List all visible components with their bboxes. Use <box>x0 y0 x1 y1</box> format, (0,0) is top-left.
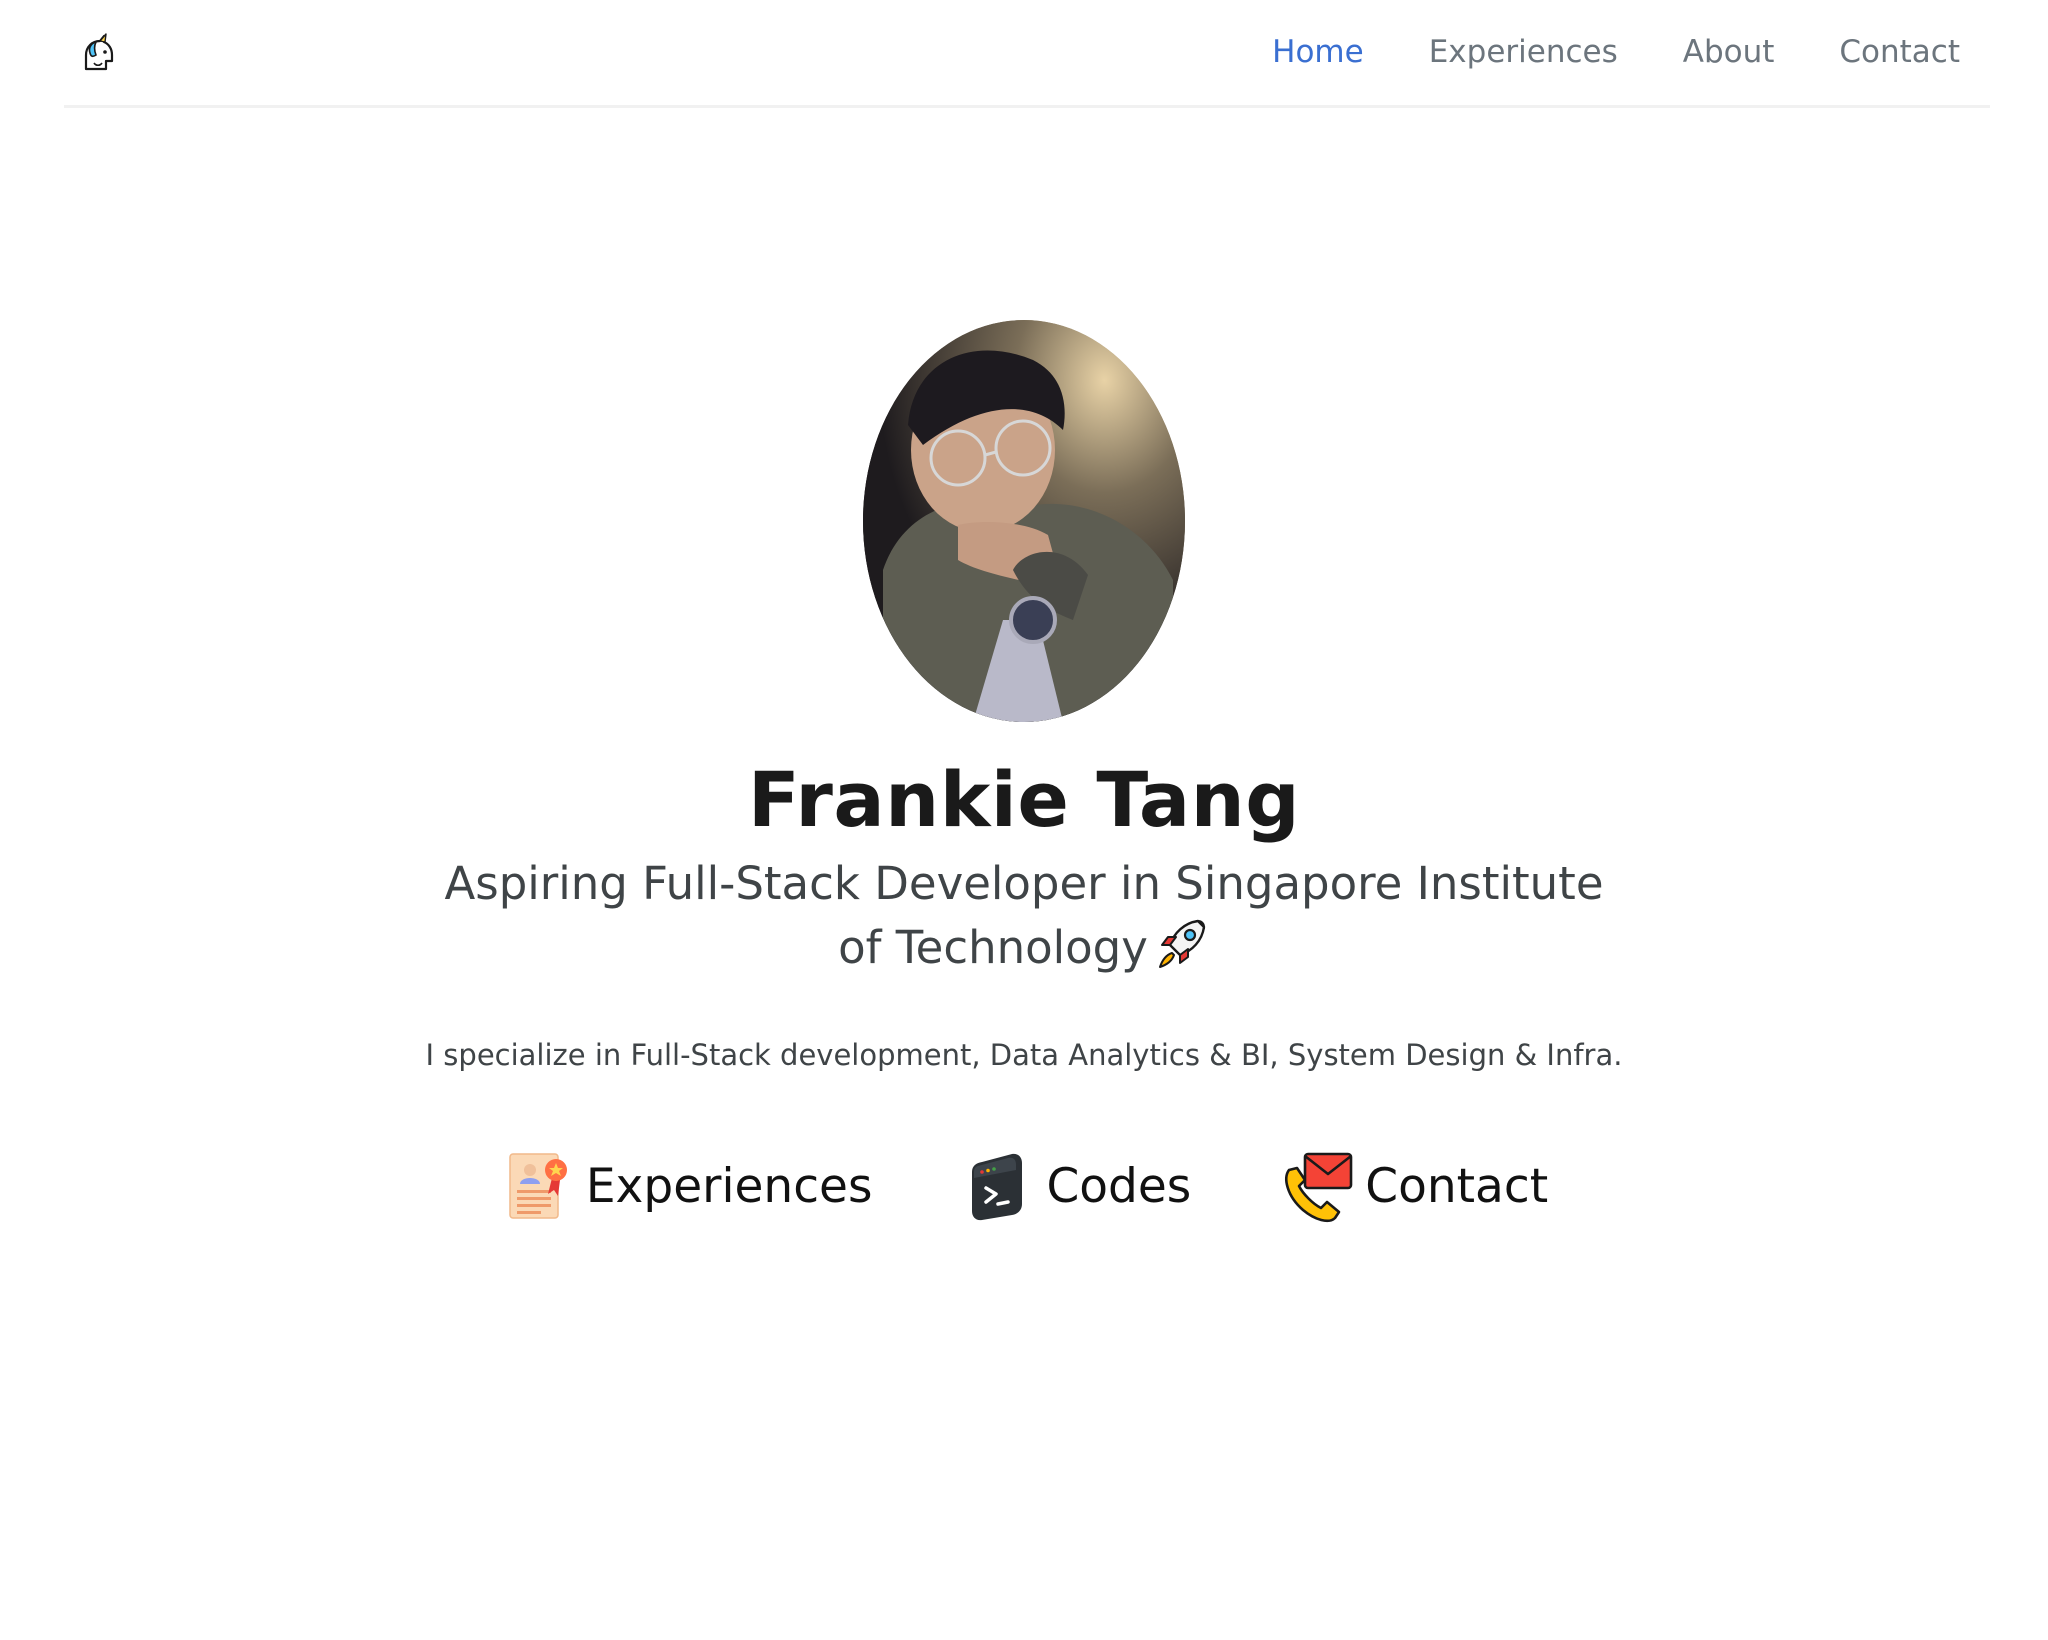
hero-section: Frankie Tang Aspiring Full-Stack Develop… <box>0 320 2048 1224</box>
rocket-icon <box>1154 915 1210 987</box>
quick-link-contact[interactable]: Contact <box>1279 1148 1548 1224</box>
nav-about[interactable]: About <box>1683 37 1775 68</box>
resume-certificate-icon <box>500 1148 576 1224</box>
navbar: Home Experiences About Contact <box>64 0 1990 108</box>
specialization-text: I specialize in Full-Stack development, … <box>425 1038 1623 1073</box>
nav-home[interactable]: Home <box>1272 37 1364 68</box>
quick-link-contact-label: Contact <box>1365 1158 1549 1214</box>
quick-link-experiences-label: Experiences <box>585 1158 873 1214</box>
quick-links: Experiences Codes Contact <box>456 1148 1592 1224</box>
brand-logo[interactable] <box>74 31 118 75</box>
unicorn-icon <box>84 32 114 70</box>
quick-link-codes-label: Codes <box>1046 1158 1192 1214</box>
terminal-icon <box>960 1148 1036 1224</box>
nav-experiences[interactable]: Experiences <box>1429 37 1618 68</box>
profile-tagline: Aspiring Full-Stack Developer in Singapo… <box>434 854 1614 987</box>
profile-photo-placeholder <box>863 320 1185 722</box>
nav-contact[interactable]: Contact <box>1839 37 1960 68</box>
phone-envelope-icon <box>1279 1148 1355 1224</box>
quick-link-codes[interactable]: Codes <box>960 1148 1191 1224</box>
nav-links: Home Experiences About Contact <box>1207 37 1960 68</box>
profile-name: Frankie Tang <box>747 755 1301 844</box>
quick-link-experiences[interactable]: Experiences <box>500 1148 873 1224</box>
tagline-text: Aspiring Full-Stack Developer in Singapo… <box>444 856 1604 974</box>
avatar <box>863 320 1185 722</box>
